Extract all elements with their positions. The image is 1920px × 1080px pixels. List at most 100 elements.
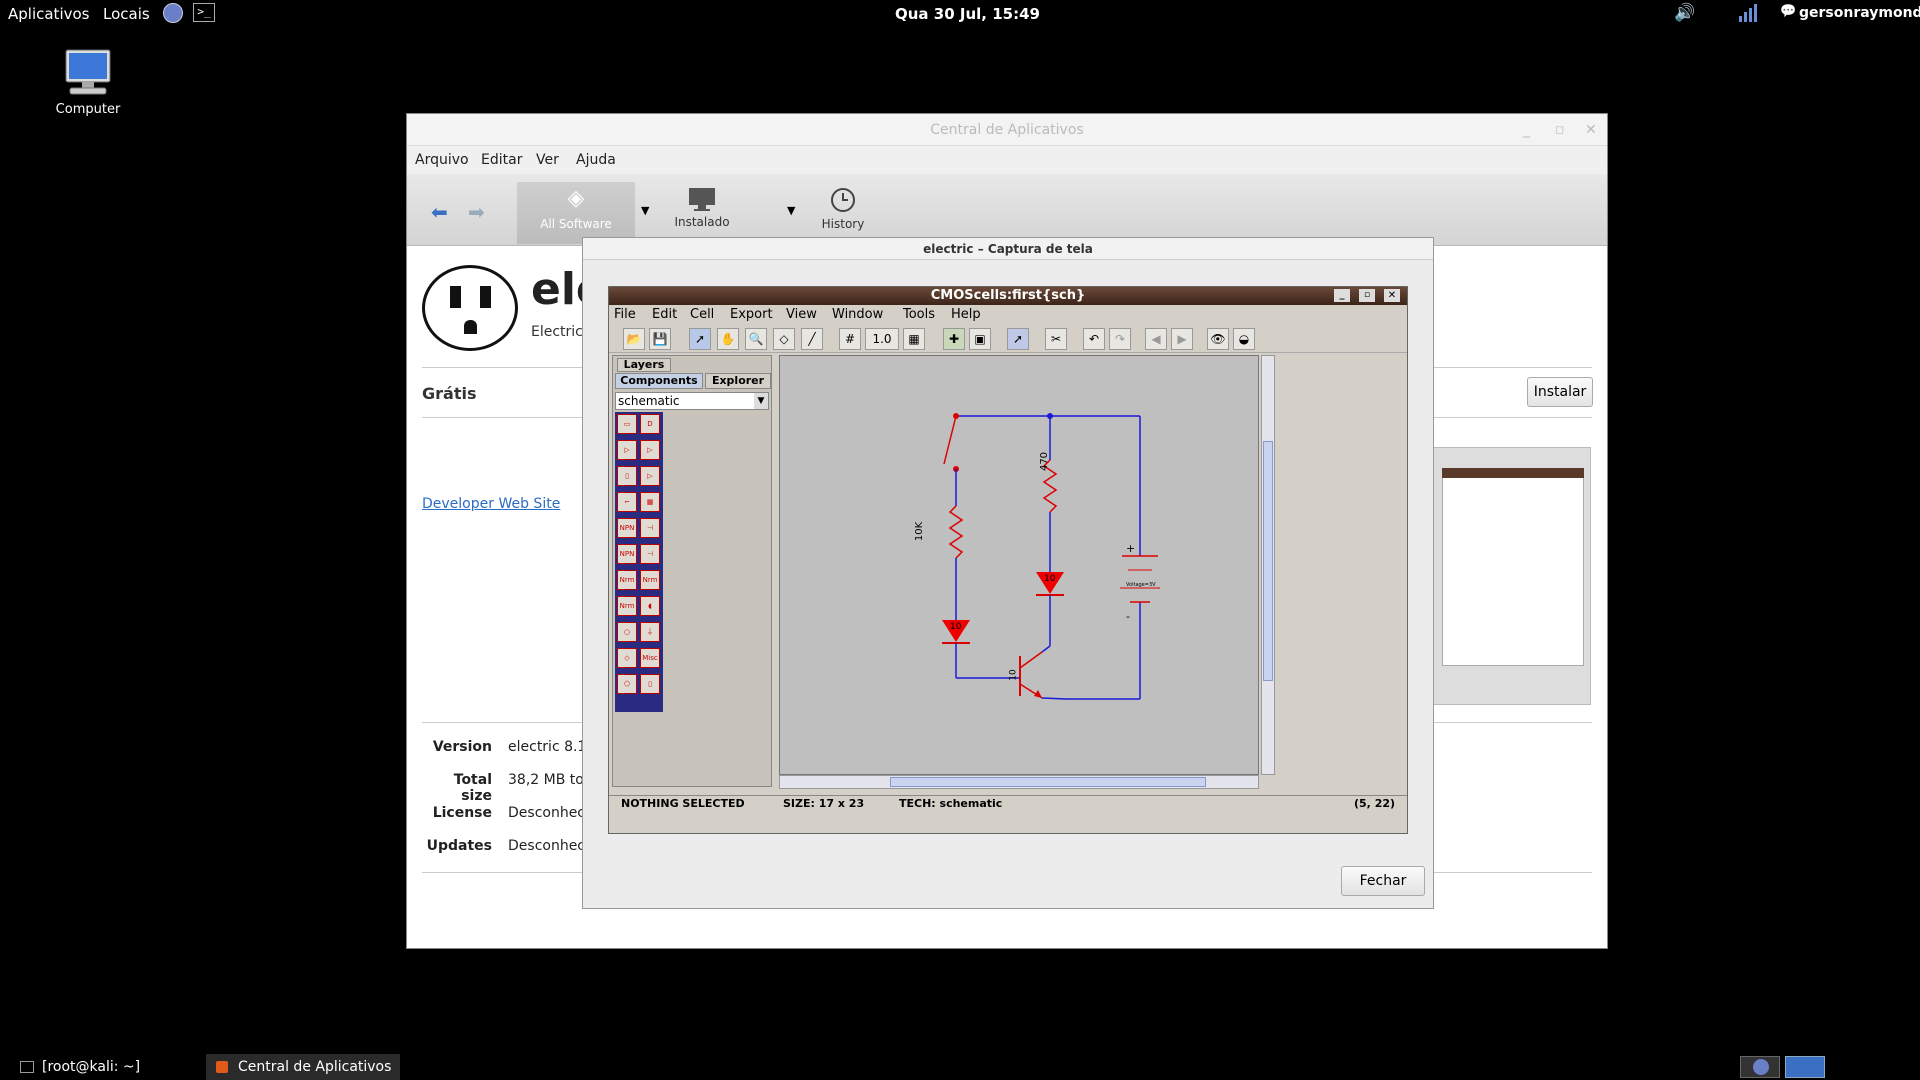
developer-website-link[interactable]: Developer Web Site bbox=[422, 496, 560, 512]
palette-cell: ▦ bbox=[640, 492, 660, 512]
terminal-icon bbox=[20, 1061, 34, 1073]
dialog-title[interactable]: electric – Captura de tela bbox=[583, 238, 1433, 260]
chevron-down-icon: ▼ bbox=[754, 393, 768, 409]
window-titlebar[interactable]: Central de Aplicativos _ ◻ ✕ bbox=[407, 114, 1607, 146]
clock[interactable]: Qua 30 Jul, 15:49 bbox=[895, 5, 1040, 23]
palette-cell: ◇ bbox=[617, 648, 637, 668]
menu-tools: Tools bbox=[903, 307, 936, 322]
desktop-computer[interactable]: Computer bbox=[50, 48, 126, 117]
palette-cell: NPN bbox=[617, 518, 637, 538]
ruler-icon: ▦ bbox=[903, 328, 925, 350]
back-icon[interactable]: ⬅ bbox=[431, 200, 448, 224]
workspace-1[interactable] bbox=[1740, 1056, 1780, 1078]
object-select-icon: ➚ bbox=[1007, 328, 1029, 350]
place-icon: ✚ bbox=[943, 328, 965, 350]
taskbar-item-software-center[interactable]: Central de Aplicativos bbox=[206, 1054, 400, 1080]
circuit-diagram bbox=[942, 413, 1160, 700]
eye-closed-icon: ◒ bbox=[1233, 328, 1255, 350]
workspace-2[interactable] bbox=[1785, 1056, 1825, 1078]
volume-icon[interactable]: 🔊 bbox=[1674, 3, 1695, 23]
chevron-down-icon[interactable]: ▼ bbox=[641, 204, 649, 217]
places-menu[interactable]: Locais bbox=[103, 5, 150, 23]
installed-button[interactable]: Instalado bbox=[662, 186, 742, 244]
computer-icon bbox=[65, 49, 111, 95]
menu-editar[interactable]: Editar bbox=[481, 152, 522, 168]
status-selection: NOTHING SELECTED bbox=[621, 797, 745, 810]
menu-window: Window bbox=[832, 307, 884, 322]
taskbar-item-terminal[interactable]: [root@kali: ~] bbox=[12, 1054, 202, 1080]
menu-ver[interactable]: Ver bbox=[536, 152, 559, 168]
top-panel: Aplicativos Locais >_ Qua 30 Jul, 15:49 … bbox=[0, 0, 1920, 28]
taskbar: [root@kali: ~] Central de Aplicativos bbox=[0, 1054, 1920, 1080]
status-tech: TECH: schematic bbox=[899, 797, 1003, 810]
cut-icon: ✂ bbox=[1045, 328, 1067, 350]
palette-cell: ⏚ bbox=[640, 622, 660, 642]
close-icon: ✕ bbox=[1384, 289, 1400, 302]
palette-cell: ⊣ bbox=[640, 518, 660, 538]
chevron-down-icon[interactable]: ▼ bbox=[787, 204, 795, 217]
taskbar-terminal-label: [root@kali: ~] bbox=[42, 1059, 141, 1075]
components-panel: Layers Components Explorer schematic ▼ ▭… bbox=[612, 355, 772, 787]
applications-menu[interactable]: Aplicativos bbox=[8, 5, 89, 23]
source-plus: + bbox=[1126, 542, 1136, 555]
status-bar: NOTHING SELECTED SIZE: 17 x 23 TECH: sch… bbox=[609, 795, 1407, 811]
status-size: SIZE: 17 x 23 bbox=[783, 797, 865, 810]
menu-arquivo[interactable]: Arquivo bbox=[415, 152, 469, 168]
redo-icon: ↷ bbox=[1109, 328, 1131, 350]
screenshot-dialog: electric – Captura de tela CMOScells:fir… bbox=[582, 237, 1434, 909]
terminal-launcher-icon[interactable]: >_ bbox=[193, 3, 215, 22]
undo-icon: ↶ bbox=[1083, 328, 1105, 350]
diode-label: 10 bbox=[950, 622, 962, 632]
menu-ajuda[interactable]: Ajuda bbox=[576, 152, 616, 168]
taskbar-software-center-label: Central de Aplicativos bbox=[238, 1059, 392, 1075]
menu-help: Help bbox=[951, 307, 981, 322]
all-software-label: All Software bbox=[540, 217, 612, 231]
electric-menubar: File Edit Cell Export View Window Tools … bbox=[609, 305, 1407, 325]
maximize-icon[interactable]: ◻ bbox=[1555, 114, 1564, 146]
vertical-scrollbar bbox=[1261, 355, 1275, 775]
close-button[interactable]: Fechar bbox=[1341, 866, 1425, 896]
install-button[interactable]: Instalar bbox=[1527, 377, 1593, 407]
palette-cell: D bbox=[640, 414, 660, 434]
menu-file: File bbox=[614, 307, 636, 322]
open-icon: 📂 bbox=[623, 328, 645, 350]
tab-components: Components bbox=[615, 373, 703, 389]
palette-cell: ▷ bbox=[640, 440, 660, 460]
palette-cell: ○ bbox=[617, 622, 637, 642]
palette-cell: Nrm bbox=[617, 570, 637, 590]
history-button[interactable]: History bbox=[803, 186, 883, 244]
screenshot-thumbnail[interactable] bbox=[1433, 447, 1591, 705]
computer-label: Computer bbox=[55, 102, 121, 117]
tab-explorer: Explorer bbox=[705, 373, 771, 389]
palette-cell: Nrm bbox=[617, 596, 637, 616]
clock-icon bbox=[831, 188, 855, 212]
network-icon[interactable] bbox=[1737, 2, 1759, 28]
detail-value: Desconhec bbox=[508, 838, 586, 854]
palette-cell: ⊣ bbox=[640, 544, 660, 564]
close-icon[interactable]: ✕ bbox=[1585, 114, 1597, 146]
grid-value: 1.0 bbox=[865, 328, 899, 350]
chat-icon: 💬 bbox=[1780, 4, 1797, 19]
resistor-label: 470 bbox=[1039, 451, 1051, 472]
toolbar: ⬅ ➡ ◈ All Software ▼ Instalado ▼ History bbox=[407, 174, 1607, 246]
app-description: Electric bbox=[531, 324, 583, 340]
resistor-label: 10K bbox=[914, 521, 926, 542]
palette-cells: ▭ D ▷ ▷ ▯ ▷ ⌐ ▦ NPN ⊣ NPN ⊣ Nrm Nrm Nrm ◖ ○ ⏚ ◇ Mi… bbox=[615, 412, 663, 712]
browser-launcher-icon[interactable] bbox=[163, 3, 183, 23]
palette-cell: ▯ bbox=[640, 674, 660, 694]
outline-icon: ◇ bbox=[773, 328, 795, 350]
detail-label: Version bbox=[432, 739, 492, 755]
palette-cell: ⌐ bbox=[617, 492, 637, 512]
window-title: Central de Aplicativos bbox=[930, 122, 1084, 138]
minimize-icon[interactable]: _ bbox=[1523, 114, 1530, 146]
user-menu[interactable]: gersonraymond bbox=[1799, 5, 1920, 21]
forward-icon[interactable]: ➡ bbox=[468, 200, 485, 224]
palette-cell: ◖ bbox=[640, 596, 660, 616]
palette-cell: ▷ bbox=[640, 466, 660, 486]
palette-cell: ▯ bbox=[617, 466, 637, 486]
detail-value: Desconhec bbox=[508, 805, 586, 821]
grid-icon: # bbox=[839, 328, 861, 350]
horizontal-scrollbar bbox=[779, 775, 1259, 789]
palette-cell: Nrm bbox=[640, 570, 660, 590]
all-software-button[interactable]: ◈ All Software bbox=[517, 182, 635, 244]
